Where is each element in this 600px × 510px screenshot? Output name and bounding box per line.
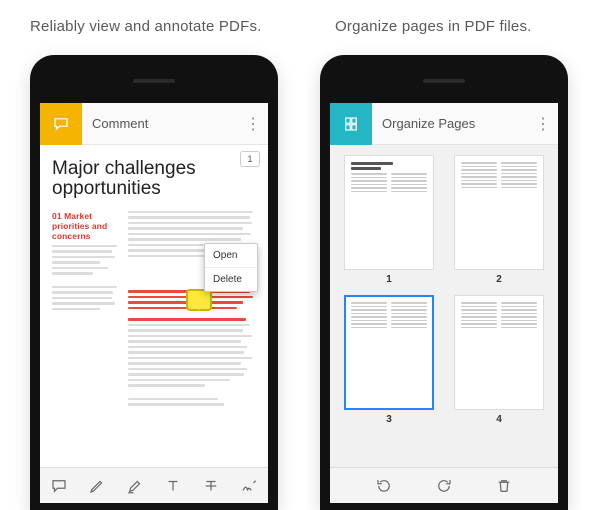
thumbnail-label: 2 <box>450 274 548 285</box>
context-menu: Open Delete <box>204 243 258 292</box>
phone-frame-left: Comment ⋮ 1 Major challenges opportuniti… <box>30 55 278 510</box>
phone-frame-right: Organize Pages ⋮ 1 <box>320 55 568 510</box>
thumbnail-label: 3 <box>340 414 438 425</box>
pencil-icon[interactable] <box>86 475 108 497</box>
page-indicator: 1 <box>240 151 260 167</box>
document-title: Major challenges opportunities <box>52 159 256 199</box>
page-thumbnail-1[interactable]: 1 <box>340 155 438 285</box>
organize-toolbar <box>330 467 558 503</box>
page-thumbnail-4[interactable]: 4 <box>450 295 548 425</box>
highlighter-icon[interactable] <box>124 475 146 497</box>
screen-comment: Comment ⋮ 1 Major challenges opportuniti… <box>40 103 268 503</box>
trash-icon[interactable] <box>493 475 515 497</box>
phone-speaker <box>133 79 175 83</box>
thumbnail-grid-area: 1 2 <box>330 145 558 467</box>
page-thumbnail-2[interactable]: 2 <box>450 155 548 285</box>
signature-icon[interactable] <box>238 475 260 497</box>
context-menu-open[interactable]: Open <box>205 244 257 267</box>
topbar: Comment ⋮ <box>40 103 268 145</box>
text-icon[interactable] <box>162 475 184 497</box>
overflow-menu[interactable]: ⋮ <box>528 114 558 134</box>
rotate-ccw-icon[interactable] <box>373 475 395 497</box>
comment-mode-icon[interactable] <box>40 103 82 145</box>
thumbnail-label: 1 <box>340 274 438 285</box>
document-page[interactable]: 1 Major challenges opportunities 01 Mark… <box>40 145 268 467</box>
sticky-note-icon[interactable] <box>186 289 212 311</box>
topbar: Organize Pages ⋮ <box>330 103 558 145</box>
organize-mode-icon[interactable] <box>330 103 372 145</box>
section-heading: 01 Market priorities and concerns <box>52 211 120 241</box>
caption-annotate: Reliably view and annotate PDFs. <box>30 18 262 35</box>
topbar-title: Comment <box>82 116 238 131</box>
context-menu-delete[interactable]: Delete <box>205 267 257 291</box>
screen-organize: Organize Pages ⋮ 1 <box>330 103 558 503</box>
topbar-title: Organize Pages <box>372 116 528 131</box>
caption-organize: Organize pages in PDF files. <box>335 18 532 35</box>
rotate-cw-icon[interactable] <box>433 475 455 497</box>
phone-speaker <box>423 79 465 83</box>
page-thumbnail-3[interactable]: 3 <box>340 295 438 425</box>
strikethrough-icon[interactable] <box>200 475 222 497</box>
overflow-menu[interactable]: ⋮ <box>238 114 268 134</box>
thumbnail-label: 4 <box>450 414 548 425</box>
annotate-toolbar <box>40 467 268 503</box>
speech-bubble-icon[interactable] <box>48 475 70 497</box>
